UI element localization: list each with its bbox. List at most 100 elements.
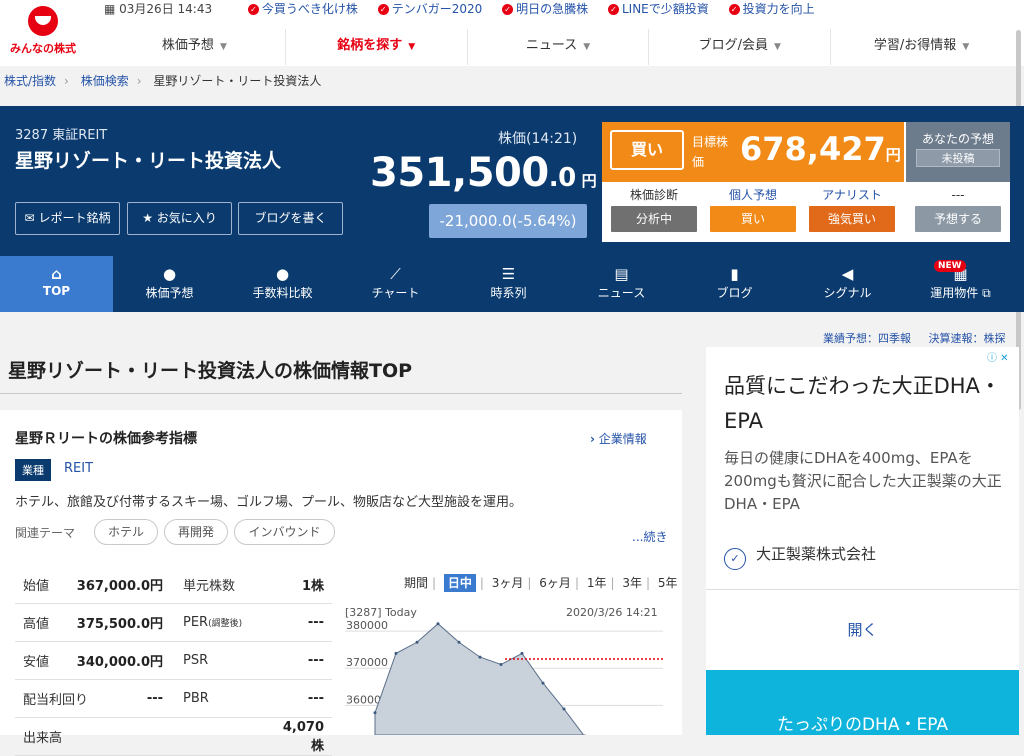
ad-open-link[interactable]: 開く (706, 619, 1019, 640)
tab-news[interactable]: ▤ ニュース (565, 256, 678, 312)
breadcrumb-link[interactable]: 株価検索 (81, 74, 129, 88)
y-tick-label: 380000 (346, 619, 388, 632)
target-price-box[interactable]: 買い 目標株価 678,427円 (602, 122, 904, 182)
header-links: 業績予想：四季報 決算速報：株探 (823, 330, 1020, 346)
ad-company: ✓ 大正製薬株式会社 (724, 543, 876, 570)
home-icon: ⌂ (51, 265, 62, 283)
stock-header: 3287 東証REIT 星野リゾート・リート投資法人 ✉ レポート銘柄 ★ お気… (0, 106, 1024, 256)
chevron-right-icon: › (64, 74, 69, 88)
star-icon: ★ (142, 211, 153, 225)
ad-close-icon[interactable]: ⓘ ✕ (987, 349, 1009, 364)
diagnosis-col: 株価診断 分析中 (604, 186, 704, 232)
ad-banner[interactable]: たっぷりのDHA・EPA (706, 670, 1019, 735)
megaphone-icon: ◀ (841, 265, 854, 283)
pick-link[interactable]: 投資力を向上 (729, 0, 815, 18)
more-themes-link[interactable]: ...続き (632, 528, 667, 545)
pick-link[interactable]: 今買うべき化け株 (248, 0, 358, 18)
tab-fees[interactable]: ● 手数料比較 (226, 256, 339, 312)
price-point (415, 640, 419, 644)
nav-blog-member[interactable]: ブログ/会員 ▼ (648, 29, 830, 65)
predict-button[interactable]: 予想する (915, 206, 1001, 232)
price-point (394, 651, 398, 655)
tab-forecast[interactable]: ● 株価予想 (113, 256, 226, 312)
nav-news[interactable]: ニュース ▼ (466, 29, 649, 65)
period-3y[interactable]: 3年 (622, 576, 642, 590)
book-icon: ▮ (730, 265, 739, 283)
intraday-chart[interactable]: 380000370000360000 (345, 604, 663, 735)
tab-chart[interactable]: ⟋ チャート (339, 256, 452, 312)
period-6m[interactable]: 6ヶ月 (539, 576, 571, 590)
table-row: 配当利回り --- PBR --- (15, 680, 332, 718)
nav-search-stocks[interactable]: 銘柄を探す ▼ (284, 29, 467, 65)
individual-forecast-button[interactable]: 買い (710, 206, 796, 232)
tab-top[interactable]: ⌂ TOP (0, 256, 113, 312)
chevron-down-icon: ▼ (219, 42, 227, 52)
theme-chip[interactable]: インバウンド (234, 519, 335, 545)
report-button[interactable]: ✉ レポート銘柄 (15, 202, 120, 235)
analyst-button[interactable]: 強気買い (809, 206, 895, 232)
breadcrumb: 株式/指数 › 株価検索 › 星野リゾート・リート投資法人 (4, 72, 329, 89)
indicator-table: 始値 367,000.0円 単元株数 1株 高値 375,500.0円 PER(調整後) -… (15, 566, 332, 756)
company-info-link[interactable]: › 企業情報 (590, 430, 647, 447)
site-logo[interactable]: みんなの株式 (0, 4, 86, 60)
table-row: 出来高 4,070株 (15, 718, 332, 756)
breadcrumb-current: 星野リゾート・リート投資法人 (153, 74, 322, 88)
theme-label: 関連テーマ (15, 526, 76, 540)
theme-chip[interactable]: ホテル (94, 519, 158, 545)
page-title: 星野リゾート・リート投資法人の株価情報TOP (8, 360, 413, 382)
chevron-down-icon: ▼ (774, 42, 781, 52)
period-1y[interactable]: 1年 (587, 576, 607, 590)
diagnosis-button[interactable]: 分析中 (611, 206, 697, 232)
money-bag-icon: ● (275, 265, 290, 283)
target-price-label: 目標株価 (692, 135, 729, 169)
my-forecast-box: あなたの予想 未投稿 (906, 122, 1010, 182)
sector-link[interactable]: REIT (64, 461, 93, 476)
period-selector: 期間 | 日中 | 3ヶ月 | 6ヶ月 | 1年 | 3年 | 5年 (404, 574, 678, 592)
period-5y[interactable]: 5年 (658, 576, 678, 590)
chevron-right-icon: › (590, 432, 595, 446)
rating-badge: 買い (610, 130, 684, 170)
write-blog-button[interactable]: ブログを書く (238, 202, 343, 235)
site-header: みんなの株式 ▦ 03月26日 14:43 今買うべき化け株 テンバガー2020… (0, 0, 1024, 66)
tab-properties[interactable]: NEW ▦ 運用物件 ⧉ (904, 256, 1017, 312)
individual-forecast-col: 個人予想 買い (703, 186, 803, 232)
period-intraday[interactable]: 日中 (443, 574, 476, 592)
divider (0, 393, 682, 394)
favorite-button[interactable]: ★ お気に入り (127, 202, 232, 235)
predict-col: --- 予想する (906, 186, 1010, 232)
stock-name: 星野リゾート・リート投資法人 (15, 150, 282, 172)
pick-link[interactable]: 明日の急騰株 (502, 0, 588, 18)
period-3m[interactable]: 3ヶ月 (492, 576, 524, 590)
ad-panel[interactable]: 品質にこだわった大正DHA・EPA 毎日の健康にDHAを400mg、EPAを20… (706, 347, 1019, 735)
pick-link[interactable]: テンバガー2020 (378, 0, 483, 18)
logo-text: みんなの株式 (10, 42, 76, 55)
breadcrumb-link[interactable]: 株式/指数 (4, 74, 56, 88)
y-tick-label: 370000 (346, 656, 388, 669)
earnings-forecast-link[interactable]: 業績予想：四季報 (823, 332, 911, 345)
mail-icon: ✉ (24, 211, 35, 225)
price-point (499, 663, 503, 667)
target-price-value: 678,427円 (740, 130, 901, 168)
theme-chip[interactable]: 再開発 (164, 519, 228, 545)
tab-signal[interactable]: ◀ シグナル (791, 256, 904, 312)
price-point (457, 640, 461, 644)
chat-icon: ● (162, 265, 177, 283)
pick-link[interactable]: LINEで少額投資 (608, 0, 709, 18)
newspaper-icon: ▤ (614, 265, 629, 283)
sector-tag: 業種 (15, 459, 51, 481)
chevron-right-icon: › (136, 74, 142, 88)
line-chart-icon: ⟋ (390, 265, 401, 283)
price-point (520, 651, 524, 655)
table-row: 高値 375,500.0円 PER(調整後) --- (15, 604, 332, 642)
earnings-flash-link[interactable]: 決算速報：株探 (929, 332, 1006, 345)
new-badge: NEW (934, 260, 966, 272)
current-date: ▦ 03月26日 14:43 (104, 2, 213, 16)
nav-stock-forecast[interactable]: 株価予想 ▼ (104, 29, 285, 65)
main-nav: 株価予想 ▼ 銘柄を探す ▼ ニュース ▼ ブログ/会員 ▼ 学習/お得情報 ▼ (104, 29, 1012, 65)
tab-timeseries[interactable]: ☰ 時系列 (452, 256, 565, 312)
logo-face-icon (28, 6, 58, 36)
nav-learning[interactable]: 学習/お得情報 ▼ (830, 29, 1012, 65)
ad-text: 毎日の健康にDHAを400mg、EPAを200mgも贅沢に配合した大正製薬の大正… (724, 449, 1002, 513)
stock-tabs: ⌂ TOP ● 株価予想 ● 手数料比較 ⟋ チャート ☰ 時系列 ▤ ニュース ▮ ブログ … (0, 256, 1024, 312)
tab-blog[interactable]: ▮ ブログ (678, 256, 791, 312)
